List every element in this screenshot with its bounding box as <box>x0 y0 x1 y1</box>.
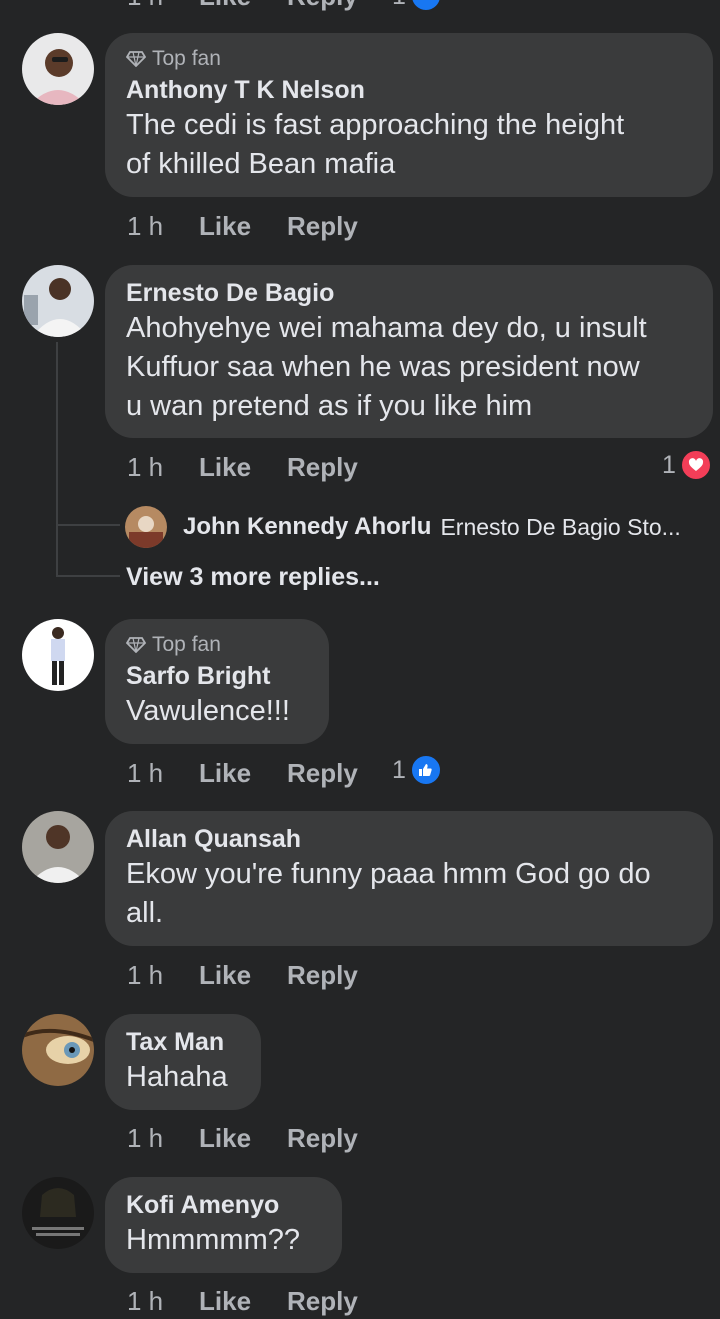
comment-time: 1 h <box>127 1122 164 1153</box>
reply-button[interactable]: Reply <box>287 758 358 789</box>
comment-bubble: Ernesto De Bagio Ahohyehye wei mahama de… <box>105 265 713 438</box>
comment-bubble: Allan Quansah Ekow you're funny paaa hmm… <box>105 811 713 946</box>
comment-bubble: Tax Man Hahaha <box>105 1014 261 1110</box>
commenter-name[interactable]: Anthony T K Nelson <box>126 74 693 106</box>
comment-actions: 1 h Like Reply <box>127 1283 358 1319</box>
like-button[interactable]: Like <box>199 1286 287 1317</box>
comment-text-line: Vawulence!!! <box>126 695 290 727</box>
reply-button[interactable]: Reply <box>287 1123 358 1154</box>
comment-text-line: Hmmmmm?? <box>126 1224 300 1256</box>
comment-bubble: Top fan Anthony T K Nelson The cedi is f… <box>105 33 713 197</box>
like-button[interactable]: Like <box>199 960 287 991</box>
reply-button[interactable]: Reply <box>287 0 358 12</box>
comment-time: 1 h <box>127 451 164 482</box>
reaction-count: 1 <box>392 755 406 784</box>
reaction-summary[interactable]: 1 <box>392 0 442 12</box>
commenter-name[interactable]: Ernesto De Bagio <box>126 277 693 309</box>
like-button[interactable]: Like <box>199 758 287 789</box>
commenter-name[interactable]: Sarfo Bright <box>126 660 309 692</box>
diamond-icon <box>126 51 146 67</box>
reaction-count: 1 <box>662 450 676 479</box>
comment-text-line: Kuffuor saa when he was president now <box>126 351 640 383</box>
comment-text-line: The cedi is fast approaching the height <box>126 109 625 141</box>
comment-bubble: Kofi Amenyo Hmmmmm?? <box>105 1177 342 1273</box>
comment-text-line: of khilled Bean mafia <box>126 148 396 180</box>
avatar[interactable] <box>22 33 94 105</box>
avatar[interactable] <box>22 619 94 691</box>
thread-line <box>56 575 120 577</box>
view-more-replies-link[interactable]: View 3 more replies... <box>126 563 380 592</box>
comment-actions-partial: 1 h Like Reply <box>127 0 358 14</box>
reaction-summary[interactable]: 1 <box>662 449 712 481</box>
reply-button[interactable]: Reply <box>287 960 358 991</box>
comment-time: 1 h <box>127 0 199 12</box>
comment-text-line: Ekow you're funny paaa hmm God go do <box>126 858 651 890</box>
comment-text-line: u wan pretend as if you like him <box>126 390 533 422</box>
comment-actions: 1 h Like Reply <box>127 957 358 993</box>
comment-bubble: Top fan Sarfo Bright Vawulence!!! <box>105 619 329 744</box>
thumbs-up-icon <box>409 754 442 786</box>
like-button[interactable]: Like <box>199 1123 287 1154</box>
comment-time: 1 h <box>127 959 164 990</box>
comment-time: 1 h <box>127 210 164 241</box>
badge-label: Top fan <box>152 47 221 70</box>
avatar[interactable] <box>22 1014 94 1086</box>
comment-text-line: all. <box>126 897 164 929</box>
comment-text-line: Hahaha <box>126 1061 228 1093</box>
commenter-name[interactable]: Allan Quansah <box>126 823 693 855</box>
thread-line <box>56 524 120 526</box>
avatar[interactable] <box>22 1177 94 1249</box>
comment-actions: 1 h Like Reply <box>127 449 358 485</box>
comment-time: 1 h <box>127 757 164 788</box>
reply-author-name[interactable]: John Kennedy Ahorlu <box>183 513 431 541</box>
reply-button[interactable]: Reply <box>287 452 358 483</box>
diamond-icon <box>126 637 146 653</box>
like-button[interactable]: Like <box>199 0 287 12</box>
comment-actions: 1 h Like Reply <box>127 755 358 791</box>
reaction-count: 1 <box>392 0 406 11</box>
reply-button[interactable]: Reply <box>287 1286 358 1317</box>
avatar <box>125 506 167 548</box>
heart-icon <box>679 449 712 481</box>
comment-text-line: Ahohyehye wei mahama dey do, u insult <box>126 312 647 344</box>
avatar[interactable] <box>22 811 94 883</box>
reply-button[interactable]: Reply <box>287 211 358 242</box>
commenter-name[interactable]: Kofi Amenyo <box>126 1189 322 1221</box>
thumbs-up-icon <box>409 0 442 12</box>
comment-actions: 1 h Like Reply <box>127 208 358 244</box>
reaction-summary[interactable]: 1 <box>392 754 442 786</box>
badge-label: Top fan <box>152 633 221 656</box>
thread-line <box>56 342 58 576</box>
top-fan-badge: Top fan <box>126 45 693 73</box>
reply-preview-text: Ernesto De Bagio Sto... <box>440 513 681 540</box>
like-button[interactable]: Like <box>199 452 287 483</box>
commenter-name[interactable]: Tax Man <box>126 1026 241 1058</box>
top-fan-badge: Top fan <box>126 631 309 659</box>
comment-actions: 1 h Like Reply <box>127 1120 358 1156</box>
avatar[interactable] <box>22 265 94 337</box>
comment-time: 1 h <box>127 1285 164 1316</box>
reply-preview[interactable]: John Kennedy Ahorlu Ernesto De Bagio Sto… <box>125 506 681 548</box>
like-button[interactable]: Like <box>199 211 287 242</box>
